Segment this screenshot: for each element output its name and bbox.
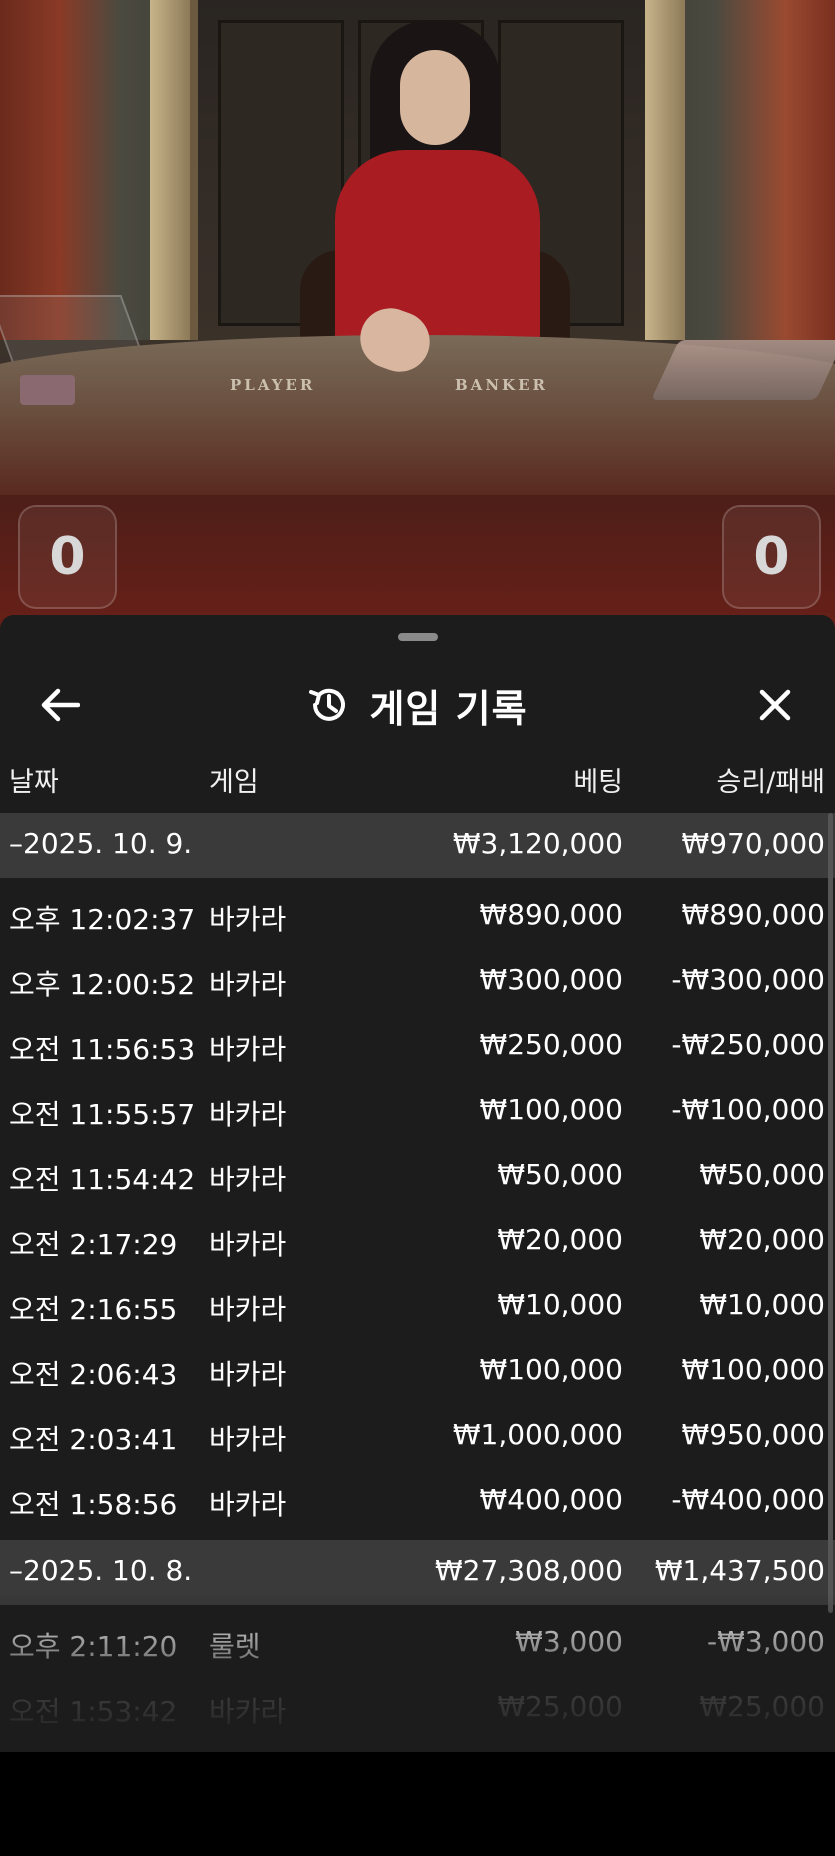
row-game: 바카라 (209, 1163, 287, 1196)
row-result: -₩250,000 (671, 1028, 825, 1061)
row-game: 바카라 (209, 1033, 287, 1066)
game-history-sheet: 게임 기록 날짜 게임 베팅 승리/패배 –2025. 10. 9. ₩3,12… (0, 615, 835, 1752)
table-row[interactable]: 오전 2:06:43 바카라 ₩100,000 ₩100,000 (0, 1339, 835, 1404)
player-score: 0 (18, 505, 117, 609)
table-row[interactable]: 오전 2:16:55 바카라 ₩10,000 ₩10,000 (0, 1274, 835, 1339)
banker-score: 0 (722, 505, 821, 609)
table-row[interactable]: 오후 12:00:52 바카라 ₩300,000 -₩300,000 (0, 949, 835, 1014)
row-time: 오전 11:54:42 (9, 1163, 196, 1196)
row-time: 오전 1:58:56 (9, 1488, 178, 1521)
row-game: 룰렛 (209, 1630, 261, 1663)
table-row[interactable]: 오전 2:17:29 바카라 ₩20,000 ₩20,000 (0, 1209, 835, 1274)
history-table: –2025. 10. 9. ₩3,120,000 ₩970,000 오후 12:… (0, 813, 835, 1741)
row-bet: ₩250,000 (479, 1028, 623, 1061)
column-headers: 날짜 게임 베팅 승리/패배 (0, 760, 835, 810)
scrollbar[interactable] (828, 813, 833, 1613)
sheet-header: 게임 기록 (0, 645, 835, 755)
row-result: ₩10,000 (699, 1288, 825, 1321)
table-row[interactable]: 오전 2:03:41 바카라 ₩1,000,000 ₩950,000 (0, 1404, 835, 1469)
row-bet: ₩20,000 (497, 1223, 623, 1256)
row-bet: ₩890,000 (479, 898, 623, 931)
pillar-right (645, 0, 685, 340)
live-video-feed: PLAYER BANKER 0 0 (0, 0, 835, 640)
row-time: 오전 2:16:55 (9, 1293, 178, 1326)
row-time: 오전 11:55:57 (9, 1098, 196, 1131)
sheet-drag-handle[interactable] (398, 633, 438, 641)
table-row[interactable]: 오전 11:56:53 바카라 ₩250,000 -₩250,000 (0, 1014, 835, 1079)
group-bet-total: ₩3,120,000 (452, 827, 623, 860)
close-icon (759, 689, 791, 721)
row-game: 바카라 (209, 1228, 287, 1261)
column-header-bet: 베팅 (573, 767, 623, 798)
row-game: 바카라 (209, 1293, 287, 1326)
row-time: 오전 11:56:53 (9, 1033, 196, 1066)
row-bet: ₩25,000 (497, 1690, 623, 1723)
row-result: -₩100,000 (671, 1093, 825, 1126)
row-game: 바카라 (209, 1488, 287, 1521)
row-result: ₩890,000 (681, 898, 825, 931)
row-bet: ₩100,000 (479, 1093, 623, 1126)
row-time: 오후 12:02:37 (9, 903, 196, 936)
row-time: 오후 12:00:52 (9, 968, 196, 1001)
column-header-date: 날짜 (9, 767, 59, 798)
table-row[interactable]: 오전 11:55:57 바카라 ₩100,000 -₩100,000 (0, 1079, 835, 1144)
row-game: 바카라 (209, 1695, 287, 1728)
row-result: -₩3,000 (707, 1625, 825, 1658)
row-bet: ₩50,000 (497, 1158, 623, 1191)
group-result-total: ₩1,437,500 (654, 1554, 825, 1587)
date-group-header[interactable]: –2025. 10. 9. ₩3,120,000 ₩970,000 (0, 813, 835, 878)
table-row[interactable]: 오후 12:02:37 바카라 ₩890,000 ₩890,000 (0, 884, 835, 949)
row-bet: ₩100,000 (479, 1353, 623, 1386)
row-bet: ₩3,000 (515, 1625, 623, 1658)
date-group-header[interactable]: –2025. 10. 8. ₩27,308,000 ₩1,437,500 (0, 1540, 835, 1605)
row-time: 오전 2:03:41 (9, 1423, 178, 1456)
table-row[interactable]: 오전 1:53:42 바카라 ₩25,000 ₩25,000 (0, 1676, 835, 1741)
row-time: 오전 2:06:43 (9, 1358, 178, 1391)
row-result: -₩300,000 (671, 963, 825, 996)
row-result: ₩25,000 (699, 1690, 825, 1723)
row-time: 오후 2:11:20 (9, 1630, 178, 1663)
row-time: 오전 2:17:29 (9, 1228, 178, 1261)
table-label-player: PLAYER (230, 376, 316, 394)
card-shoe (651, 340, 835, 400)
close-button[interactable] (745, 675, 805, 735)
group-date: –2025. 10. 8. (9, 1554, 193, 1587)
row-game: 바카라 (209, 968, 287, 1001)
row-result: ₩50,000 (699, 1158, 825, 1191)
row-time: 오전 1:53:42 (9, 1695, 178, 1728)
column-header-game: 게임 (209, 767, 259, 798)
history-icon (309, 688, 346, 721)
dealer-face (400, 50, 470, 145)
table-row[interactable]: 오전 11:54:42 바카라 ₩50,000 ₩50,000 (0, 1144, 835, 1209)
group-date: –2025. 10. 9. (9, 827, 193, 860)
row-game: 바카라 (209, 903, 287, 936)
group-bet-total: ₩27,308,000 (434, 1554, 623, 1587)
row-game: 바카라 (209, 1423, 287, 1456)
row-result: ₩950,000 (681, 1418, 825, 1451)
sheet-title: 게임 기록 (369, 686, 528, 731)
discard-tray (20, 375, 75, 405)
table-row[interactable]: 오후 2:11:20 룰렛 ₩3,000 -₩3,000 (0, 1611, 835, 1676)
pillar-left (150, 0, 190, 340)
table-label-banker: BANKER (455, 376, 548, 394)
row-bet: ₩1,000,000 (452, 1418, 623, 1451)
row-result: ₩100,000 (681, 1353, 825, 1386)
row-bet: ₩400,000 (479, 1483, 623, 1516)
row-game: 바카라 (209, 1098, 287, 1131)
row-game: 바카라 (209, 1358, 287, 1391)
column-header-result: 승리/패배 (716, 767, 825, 798)
group-result-total: ₩970,000 (681, 827, 825, 860)
sheet-title-group: 게임 기록 (0, 675, 835, 735)
row-bet: ₩300,000 (479, 963, 623, 996)
row-result: ₩20,000 (699, 1223, 825, 1256)
row-bet: ₩10,000 (497, 1288, 623, 1321)
table-row[interactable]: 오전 1:58:56 바카라 ₩400,000 -₩400,000 (0, 1469, 835, 1534)
row-result: -₩400,000 (671, 1483, 825, 1516)
